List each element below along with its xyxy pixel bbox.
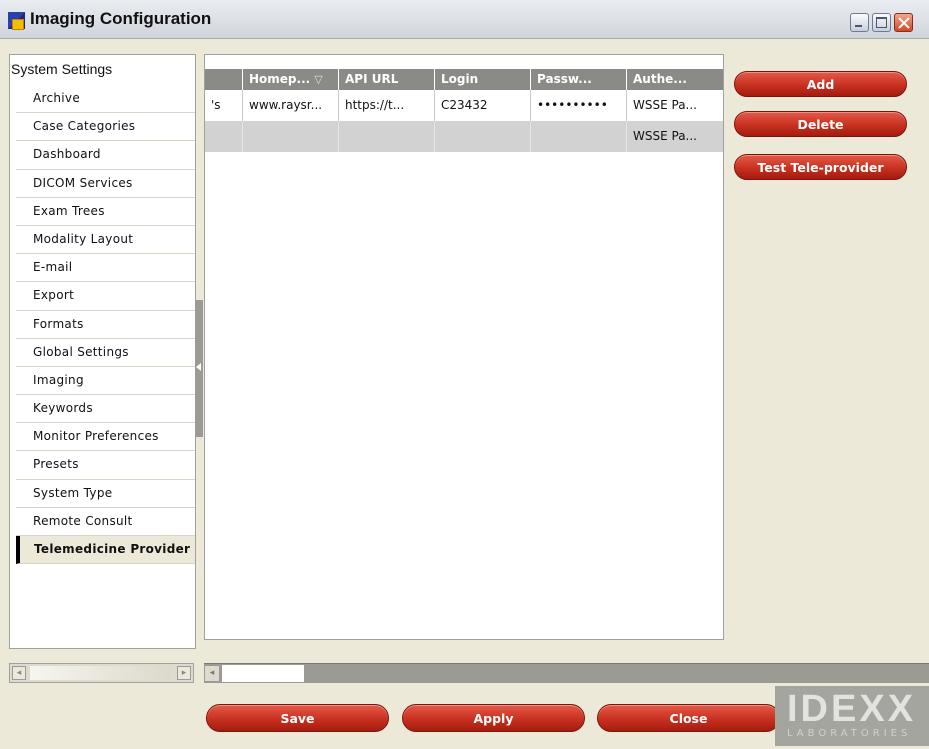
sidebar-item-formats[interactable]: Formats (16, 311, 195, 339)
nav-horizontal-scrollbar[interactable]: ◂ ▸ (9, 663, 194, 683)
settings-nav-panel: System Settings Archive Case Categories … (9, 54, 196, 649)
sidebar-item-imaging[interactable]: Imaging (16, 367, 195, 396)
scroll-left-icon[interactable]: ◂ (12, 666, 26, 680)
table-cell (435, 121, 531, 152)
sidebar-item-global-settings[interactable]: Global Settings (16, 339, 195, 367)
scrollbar-thumb[interactable] (30, 666, 170, 680)
close-button[interactable]: Close (597, 704, 780, 732)
table-cell (205, 121, 243, 152)
panel-splitter[interactable] (195, 300, 203, 437)
column-header-password[interactable]: Passw... (531, 69, 627, 90)
sidebar-item-remote-consult[interactable]: Remote Consult (16, 508, 195, 536)
column-header-authentication[interactable]: Authe... (627, 69, 723, 90)
table-cell: WSSE Pa... (627, 121, 723, 152)
sidebar-item-exam-trees[interactable]: Exam Trees (16, 198, 195, 226)
table-cell: WSSE Pa... (627, 90, 723, 121)
sidebar-item-telemedicine-provider[interactable]: Telemedicine Provider (16, 536, 195, 565)
add-button[interactable]: Add (734, 71, 907, 97)
app-icon (8, 12, 25, 30)
table-horizontal-scrollbar[interactable]: ◂ (204, 663, 929, 683)
section-title: System Settings (11, 61, 113, 77)
table-cell (243, 121, 339, 152)
apply-button[interactable]: Apply (402, 704, 585, 732)
scroll-right-icon[interactable]: ▸ (177, 666, 191, 680)
sidebar-item-case-categories[interactable]: Case Categories (16, 113, 195, 142)
minimize-icon[interactable] (850, 13, 869, 32)
table-cell (339, 121, 435, 152)
test-tele-provider-button[interactable]: Test Tele-provider (734, 154, 907, 180)
column-header[interactable] (205, 69, 243, 90)
sidebar-item-keywords[interactable]: Keywords (16, 395, 195, 424)
window-title: Imaging Configuration (30, 9, 212, 28)
sidebar-item-monitor-preferences[interactable]: Monitor Preferences (16, 423, 195, 452)
sort-descending-icon: ▽ (314, 73, 323, 86)
column-header-api-url[interactable]: API URL (339, 69, 435, 90)
table-header: Homep... ▽ API URL Login Passw... Authe..… (205, 69, 723, 90)
column-header-homepage[interactable]: Homep... ▽ (243, 69, 339, 90)
providers-table: Homep... ▽ API URL Login Passw... Authe..… (204, 54, 724, 640)
idexx-logo: IDEXX LABORATORIES (775, 686, 929, 746)
delete-button[interactable]: Delete (734, 111, 907, 137)
close-icon[interactable] (894, 13, 913, 32)
table-row[interactable]: WSSE Pa... (205, 121, 723, 152)
table-cell: https://t... (339, 90, 435, 121)
logo-subtitle: LABORATORIES (787, 728, 912, 739)
sidebar-item-dicom-services[interactable]: DICOM Services (16, 170, 195, 198)
sidebar-item-system-type[interactable]: System Type (16, 480, 195, 508)
column-header-login[interactable]: Login (435, 69, 531, 90)
collapse-left-icon[interactable] (196, 363, 201, 371)
settings-nav-list: Archive Case Categories Dashboard DICOM … (16, 85, 195, 565)
sidebar-item-dashboard[interactable]: Dashboard (16, 141, 195, 170)
column-header-label: Homep... (249, 72, 311, 86)
table-cell: •••••••••• (531, 90, 627, 121)
sidebar-item-export[interactable]: Export (16, 282, 195, 311)
table-cell: C23432 (435, 90, 531, 121)
sidebar-item-modality-layout[interactable]: Modality Layout (16, 226, 195, 255)
scroll-left-icon[interactable]: ◂ (204, 665, 220, 682)
maximize-icon[interactable] (872, 13, 891, 32)
table-cell (531, 121, 627, 152)
sidebar-item-presets[interactable]: Presets (16, 451, 195, 480)
table-cell: www.raysr... (243, 90, 339, 121)
logo-wordmark: IDEXX (787, 688, 917, 730)
table-cell: 's (205, 90, 243, 121)
save-button[interactable]: Save (206, 704, 389, 732)
table-row[interactable]: 's www.raysr... https://t... C23432 ••••… (205, 90, 723, 121)
sidebar-item-archive[interactable]: Archive (16, 85, 195, 114)
scrollbar-thumb[interactable] (222, 665, 304, 682)
sidebar-item-email[interactable]: E-mail (16, 254, 195, 283)
title-bar[interactable]: Imaging Configuration (0, 0, 929, 39)
